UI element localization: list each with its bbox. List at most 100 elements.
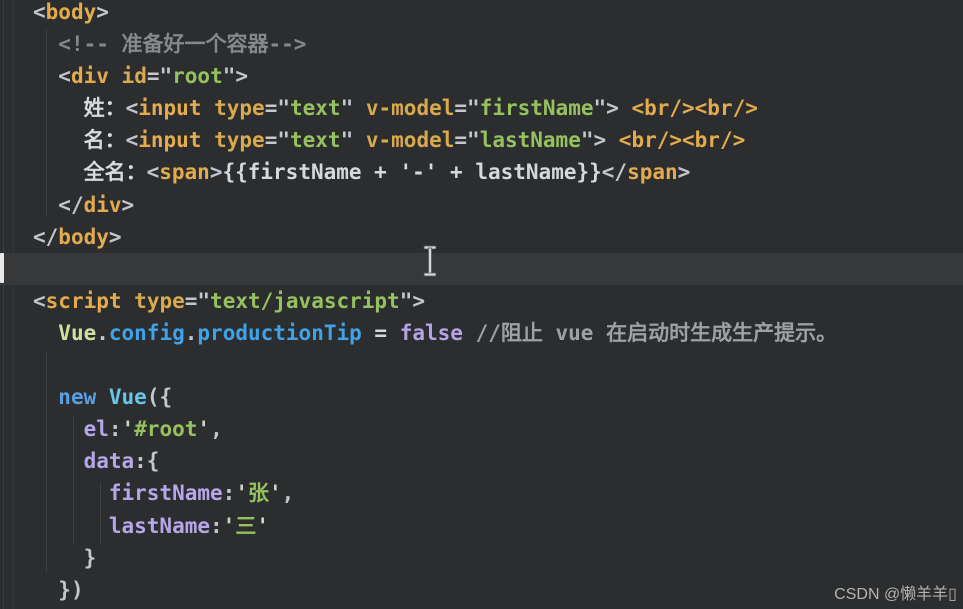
code-line: 姓：<input type="text" v-model="firstName"…	[0, 92, 963, 124]
code-token: 姓：	[83, 96, 126, 121]
code-token: <	[125, 96, 139, 121]
code-area: <body> <!-- 准备好一个容器--> <div id="root"> 姓…	[0, 0, 963, 606]
code-token: body	[58, 224, 109, 249]
indent-guide	[100, 482, 101, 544]
code-token: Vue	[108, 385, 147, 410]
code-token: firstName	[108, 481, 223, 506]
code-token: >	[209, 160, 223, 185]
code-token: <br/><br/>	[618, 128, 746, 153]
code-line: data:{	[0, 445, 963, 477]
code-token: >	[108, 224, 122, 249]
code-token: v-model	[365, 96, 455, 121]
indent-guide	[73, 417, 74, 545]
code-token: productionTip	[197, 320, 362, 345]
code-token: </	[601, 160, 628, 185]
code-line: </body>	[0, 221, 963, 253]
code-line: lastName:'三'	[0, 510, 963, 542]
code-token: </	[33, 224, 59, 249]
code-line: }	[0, 542, 963, 574]
code-token: ,	[281, 481, 295, 506]
code-token: '	[268, 481, 282, 506]
code-token: lastName	[108, 513, 211, 538]
mouse-ibeam-cursor	[423, 245, 437, 277]
code-token: id	[121, 64, 147, 89]
code-token: <	[125, 128, 139, 153]
code-token: lastName	[479, 128, 581, 153]
code-token: ="	[264, 96, 290, 121]
code-token: })	[58, 577, 84, 602]
code-token: ="	[264, 128, 290, 153]
code-token: firstName	[479, 96, 594, 121]
code-token: script	[45, 288, 122, 313]
code-token: "	[340, 128, 354, 153]
code-token: '	[235, 481, 248, 506]
code-token: ="	[184, 288, 211, 313]
code-token: ({	[146, 385, 173, 410]
code-editor[interactable]: <body> <!-- 准备好一个容器--> <div id="root"> 姓…	[0, 0, 963, 609]
code-token: data	[83, 449, 135, 474]
code-token: >	[96, 0, 109, 24]
code-token: ">	[593, 96, 619, 121]
csdn-watermark: CSDN @懒羊羊▯	[834, 586, 957, 603]
code-token: ">	[580, 128, 607, 153]
code-token: .	[184, 320, 198, 345]
code-token: root	[172, 64, 223, 89]
code-token: <	[146, 160, 160, 185]
code-token: >	[121, 192, 135, 217]
code-token: '	[256, 513, 269, 538]
code-token: {{firstName + '-' + lastName}}	[222, 160, 602, 185]
code-token: <	[58, 64, 71, 89]
code-line: <body>	[0, 0, 963, 28]
code-token: <	[33, 0, 46, 24]
code-token: '	[197, 417, 211, 442]
code-token: type	[214, 96, 265, 121]
code-token: 三	[235, 513, 257, 538]
code-token: '	[222, 513, 236, 538]
code-token: //阻止 vue 在启动时生成生产提示。	[475, 320, 838, 345]
code-token: >	[677, 160, 691, 185]
code-token: #root	[134, 417, 198, 442]
code-token: =	[361, 320, 400, 345]
code-token: ="	[146, 64, 173, 89]
code-token: <br/><br/>	[631, 96, 758, 121]
code-token: div	[70, 64, 109, 89]
code-line	[0, 252, 963, 285]
code-token: <!-- 准备好一个容器-->	[58, 32, 307, 57]
text-cursor-caret	[0, 253, 4, 283]
code-line: </div>	[0, 189, 963, 221]
code-token: ="	[454, 96, 480, 121]
indent-guide	[46, 30, 47, 216]
code-token: span	[627, 160, 678, 185]
code-line: 名：<input type="text" v-model="lastName">…	[0, 124, 963, 156]
code-line: <script type="text/javascript">	[0, 285, 963, 317]
code-token: Vue	[58, 320, 97, 345]
code-line: firstName:'张',	[0, 477, 963, 509]
code-token: '	[121, 417, 135, 442]
code-token: input	[138, 128, 202, 153]
code-token: new	[58, 385, 97, 410]
code-token: text	[289, 96, 341, 121]
code-token: ">	[399, 288, 425, 313]
code-token: 张	[247, 481, 269, 506]
code-line: })	[0, 574, 963, 606]
code-token: type	[134, 288, 185, 313]
code-token: span	[159, 160, 210, 185]
code-token: ,	[210, 417, 223, 442]
code-token: :{	[134, 449, 160, 474]
code-token: ="	[454, 128, 480, 153]
code-token: 全名：	[83, 160, 147, 185]
